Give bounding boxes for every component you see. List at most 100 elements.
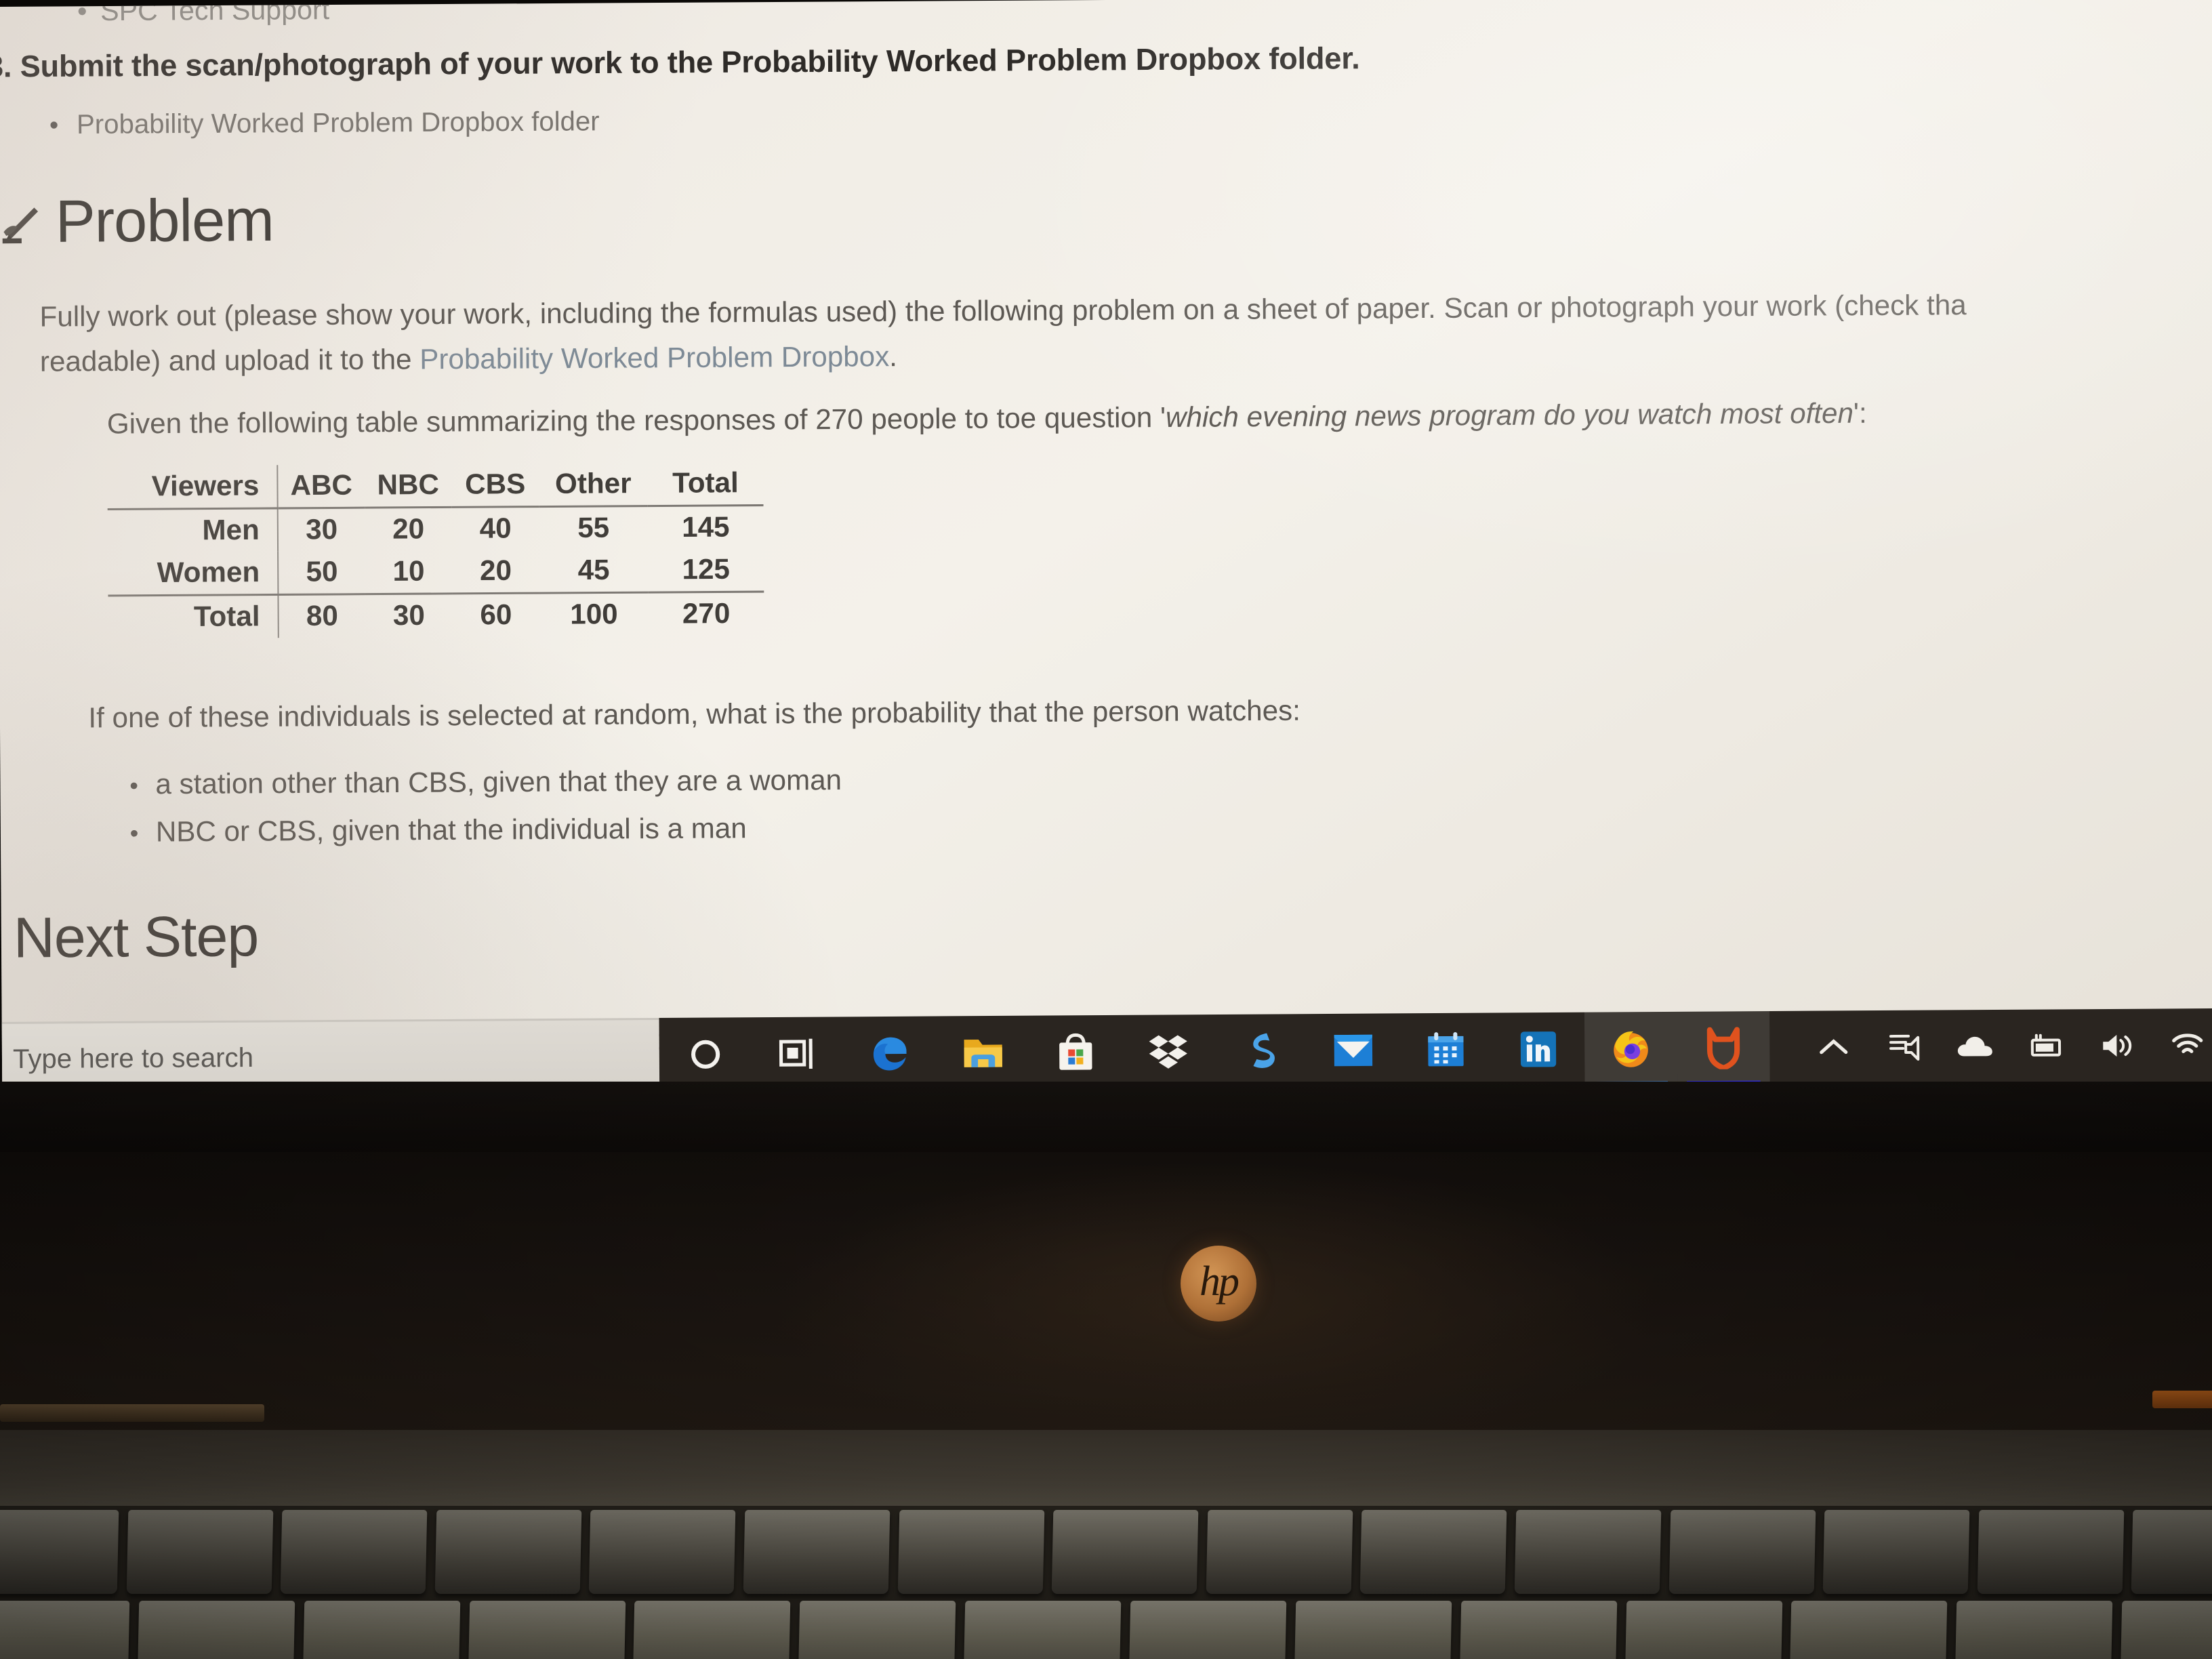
table-col-header-abc: ABC (277, 464, 365, 508)
wifi-icon[interactable] (2152, 1008, 2212, 1082)
table-cell: 55 (577, 511, 610, 544)
keyboard-key (434, 1510, 581, 1594)
laptop-deck (0, 1152, 2212, 1437)
keyboard-key (1514, 1510, 1661, 1594)
table-col-header-total: Total (647, 462, 764, 506)
mail-icon[interactable] (1307, 1013, 1399, 1087)
problem-intro-line-2: readable) and upload it to the Probabili… (40, 340, 897, 378)
keyboard-key (1977, 1510, 2124, 1594)
taskbar-icon-tray (659, 1008, 2212, 1092)
keyboard-key (589, 1510, 736, 1594)
table-cell: 270 (682, 596, 731, 630)
step-3-heading: 3. Submit the scan/photograph of your wo… (0, 40, 1360, 84)
keyboard-key (468, 1601, 626, 1659)
keyboard-key (2120, 1601, 2212, 1659)
bullet-glyph: • (49, 111, 59, 140)
keyboard-key (1668, 1510, 1816, 1594)
next-step-heading: Next Step (13, 903, 259, 970)
keyboard-key (2131, 1510, 2212, 1594)
keyboard-key (1955, 1601, 2113, 1659)
hinge-nub-left (0, 1404, 264, 1422)
given-table-sentence: Given the following table summarizing th… (107, 397, 1867, 441)
table-cell: 125 (648, 548, 764, 593)
file-explorer-icon[interactable] (937, 1016, 1029, 1090)
table-cell: 80 (278, 594, 366, 638)
laptop-screen: • SPC Tech Support 3. Submit the scan/pho… (0, 0, 2212, 1096)
problem-heading-text: Problem (55, 186, 274, 255)
table-row-label-men: Men (202, 513, 260, 546)
list-item: • a station other than CBS, given that th… (129, 764, 842, 801)
table-col-header-cbs: CBS (451, 463, 539, 508)
table-cell: 10 (365, 550, 453, 594)
table-cell: 20 (392, 512, 425, 545)
onedrive-icon[interactable] (1940, 1010, 2011, 1084)
keyboard-key (1822, 1510, 1970, 1594)
dropbox-folder-link-label: Probability Worked Problem Dropbox folde… (76, 106, 600, 140)
given-question-italic: which evening news program do you watch … (1165, 396, 1854, 434)
table-cell: 30 (277, 508, 365, 552)
keyboard-shelf (0, 1430, 2212, 1511)
shield-app-icon[interactable] (1677, 1011, 1770, 1086)
linkedin-icon[interactable] (1492, 1012, 1584, 1086)
chevron-up-icon[interactable] (1798, 1010, 1869, 1084)
keyboard-key (1206, 1510, 1353, 1594)
keyboard-key (1051, 1510, 1199, 1594)
search-placeholder: Type here to search (12, 1042, 254, 1075)
bullet-glyph: • (129, 819, 139, 847)
keyboard-row-1 (0, 1510, 2212, 1594)
problem-intro-line-2-prefix: readable) and upload it to the (39, 343, 420, 377)
keyboard-key (280, 1510, 428, 1594)
keyboard-key (1624, 1601, 1782, 1659)
given-suffix: ': (1853, 396, 1867, 429)
table-cell: 100 (570, 597, 618, 630)
table-cell: 30 (392, 598, 426, 632)
keyboard-key (126, 1510, 273, 1594)
clipped-top-bullet: • SPC Tech Support (77, 0, 329, 27)
viewers-contingency-table: Viewers ABC NBC CBS Other Total Men 30 2… (107, 462, 764, 639)
task-view-icon[interactable] (752, 1017, 844, 1090)
firefox-icon[interactable] (1584, 1011, 1678, 1086)
calendar-icon[interactable] (1399, 1013, 1492, 1087)
keyboard-key (1294, 1601, 1452, 1659)
volume-icon[interactable] (2081, 1009, 2152, 1083)
clipped-top-bullet-label: SPC Tech Support (100, 0, 330, 27)
table-col-header-nbc: NBC (364, 464, 452, 508)
table-cell: 45 (539, 549, 649, 594)
table-row-label-total: Total (193, 600, 260, 632)
battery-icon[interactable] (2010, 1009, 2081, 1083)
problem-intro-line-1: Fully work out (please show your work, i… (39, 288, 1967, 333)
keyboard-key (798, 1601, 956, 1659)
audio-mixer-icon[interactable] (1869, 1010, 1940, 1084)
hp-logo: hp (1181, 1246, 1256, 1322)
table-row: Men 30 20 40 55 145 (108, 506, 764, 553)
problem-intro-line-2-suffix: . (889, 340, 898, 373)
keyboard-key (633, 1601, 791, 1659)
laptop-keyboard (0, 1506, 2212, 1659)
table-cell: 60 (480, 598, 512, 631)
given-prefix: Given the following table summarizing th… (106, 401, 1166, 440)
problem-heading-row: Problem (2, 186, 274, 255)
question-1-label: a station other than CBS, given that the… (155, 763, 842, 800)
writing-hand-icon (2, 207, 39, 244)
table-cell: 40 (479, 512, 512, 544)
keyboard-key (0, 1601, 130, 1659)
microsoft-store-icon[interactable] (1029, 1015, 1122, 1089)
table-col-header-other: Other (538, 462, 648, 507)
table-header-row: Viewers ABC NBC CBS Other Total (107, 462, 764, 510)
dropbox-folder-link-item[interactable]: • Probability Worked Problem Dropbox fold… (49, 106, 600, 140)
probability-dropbox-link[interactable]: Probability Worked Problem Dropbox (419, 340, 889, 375)
edge-icon[interactable] (844, 1017, 937, 1090)
keyboard-key (1459, 1601, 1617, 1659)
table-row: Total 80 30 60 100 270 (108, 592, 764, 639)
dropbox-icon[interactable] (1122, 1015, 1214, 1088)
keyboard-key (963, 1601, 1122, 1659)
keyboard-key (1790, 1601, 1948, 1659)
keyboard-key (137, 1601, 295, 1659)
list-item: • NBC or CBS, given that the individual i… (130, 811, 842, 848)
table-cell: 145 (682, 510, 730, 544)
table-row-label-women: Women (108, 551, 279, 596)
keyboard-key (1360, 1510, 1507, 1594)
keyboard-key (743, 1510, 890, 1594)
cortana-icon[interactable] (659, 1017, 752, 1091)
skype-icon[interactable] (1214, 1014, 1307, 1088)
